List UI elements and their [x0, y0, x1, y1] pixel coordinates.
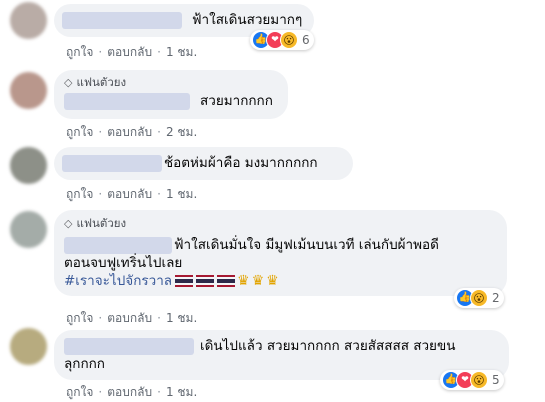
like-link[interactable]: ถูกใจ	[66, 385, 93, 399]
like-link[interactable]: ถูกใจ	[66, 45, 93, 59]
diamond-icon: ◇	[64, 217, 73, 230]
reaction-summary[interactable]: 👍 ❤ 😮 5	[440, 370, 504, 390]
comment-text: ฟ้าใสเดินสวยมากๆ	[192, 12, 303, 28]
wow-icon: 😮	[280, 31, 298, 49]
timestamp[interactable]: 1 ชม.	[166, 311, 197, 325]
avatar[interactable]	[10, 72, 47, 109]
top-fan-badge: ◇ แฟนตัวยง	[64, 215, 126, 233]
badge-label: แฟนตัวยง	[76, 75, 127, 89]
blurred-username[interactable]	[64, 338, 194, 355]
separator: ·	[98, 311, 103, 325]
comment-text-line-1: ฟ้าใสเดินมั่นใจ มีมูฟเม้นบนเวที เล่นกับผ…	[174, 237, 439, 253]
crown-icon: ♛	[266, 273, 279, 289]
comment-text-line-2: ตอนจบฟูเทริ่นไปเลย	[64, 255, 183, 271]
blurred-username[interactable]	[62, 155, 162, 172]
separator: ·	[98, 125, 103, 139]
wow-icon: 😮	[470, 371, 488, 389]
reaction-summary[interactable]: 👍 ❤ 😮 6	[250, 30, 314, 50]
diamond-icon: ◇	[64, 76, 73, 89]
avatar[interactable]	[10, 2, 47, 39]
hashtag-link[interactable]: #เราจะไปจักรวาล	[64, 273, 172, 289]
comment-bubble: เดินไปแล้ว สวยมากกกก สวยสัสสสส สวยขน ลุก…	[54, 330, 509, 380]
comment-text-line-2: ลุกกกก	[64, 356, 105, 372]
comment-bubble: ช้อตห่มผ้าคือ มงมากกกกก	[54, 147, 353, 180]
reply-link[interactable]: ตอบกลับ	[107, 311, 152, 325]
comment-actions: ถูกใจ · ตอบกลับ · 1 ชม.	[66, 309, 197, 328]
avatar[interactable]	[10, 328, 47, 365]
timestamp[interactable]: 1 ชม.	[166, 45, 197, 59]
separator: ·	[157, 385, 161, 399]
comment-text: สวยมากกกก	[200, 93, 273, 109]
reply-link[interactable]: ตอบกลับ	[107, 125, 152, 139]
reaction-count: 2	[492, 291, 500, 305]
separator: ·	[157, 45, 161, 59]
reply-link[interactable]: ตอบกลับ	[107, 45, 152, 59]
like-link[interactable]: ถูกใจ	[66, 125, 93, 139]
timestamp[interactable]: 1 ชม.	[166, 385, 197, 399]
avatar[interactable]	[10, 147, 47, 184]
top-fan-badge: ◇ แฟนตัวยง	[64, 74, 126, 92]
separator: ·	[157, 125, 161, 139]
like-link[interactable]: ถูกใจ	[66, 187, 93, 201]
reaction-count: 6	[302, 33, 310, 47]
crown-icon: ♛	[237, 273, 250, 289]
comment-text: ช้อตห่มผ้าคือ มงมากกกกก	[164, 155, 318, 171]
separator: ·	[98, 45, 103, 59]
timestamp[interactable]: 2 ชม.	[166, 125, 197, 139]
thai-flag-icon	[196, 275, 215, 287]
thai-flag-icon	[175, 275, 194, 287]
wow-icon: 😮	[470, 289, 488, 307]
like-link[interactable]: ถูกใจ	[66, 311, 93, 325]
separator: ·	[157, 311, 161, 325]
thai-flag-icon	[217, 275, 236, 287]
comment-actions: ถูกใจ · ตอบกลับ · 2 ชม.	[66, 123, 197, 142]
badge-label: แฟนตัวยง	[76, 216, 127, 230]
blurred-username[interactable]	[64, 93, 190, 110]
comment-actions: ถูกใจ · ตอบกลับ · 1 ชม.	[66, 43, 197, 62]
separator: ·	[98, 385, 103, 399]
avatar[interactable]	[10, 211, 47, 248]
reply-link[interactable]: ตอบกลับ	[107, 385, 152, 399]
comment-bubble: ◇ แฟนตัวยง สวยมากกกก	[54, 70, 288, 119]
comment-text-line-3: #เราจะไปจักรวาล ♛ ♛ ♛	[64, 272, 279, 290]
blurred-username[interactable]	[64, 237, 172, 254]
separator: ·	[157, 187, 161, 201]
reaction-count: 5	[492, 373, 500, 387]
blurred-username[interactable]	[62, 12, 182, 29]
reaction-summary[interactable]: 👍 😮 2	[454, 288, 504, 308]
comment-actions: ถูกใจ · ตอบกลับ · 1 ชม.	[66, 185, 197, 204]
comment-bubble: ◇ แฟนตัวยง ฟ้าใสเดินมั่นใจ มีมูฟเม้นบนเวท…	[54, 210, 507, 296]
separator: ·	[98, 187, 103, 201]
crown-icon: ♛	[251, 273, 265, 289]
timestamp[interactable]: 1 ชม.	[166, 187, 197, 201]
comment-actions: ถูกใจ · ตอบกลับ · 1 ชม.	[66, 383, 197, 402]
comment-text-line-1: เดินไปแล้ว สวยมากกกก สวยสัสสสส สวยขน	[200, 338, 456, 354]
reply-link[interactable]: ตอบกลับ	[107, 187, 152, 201]
